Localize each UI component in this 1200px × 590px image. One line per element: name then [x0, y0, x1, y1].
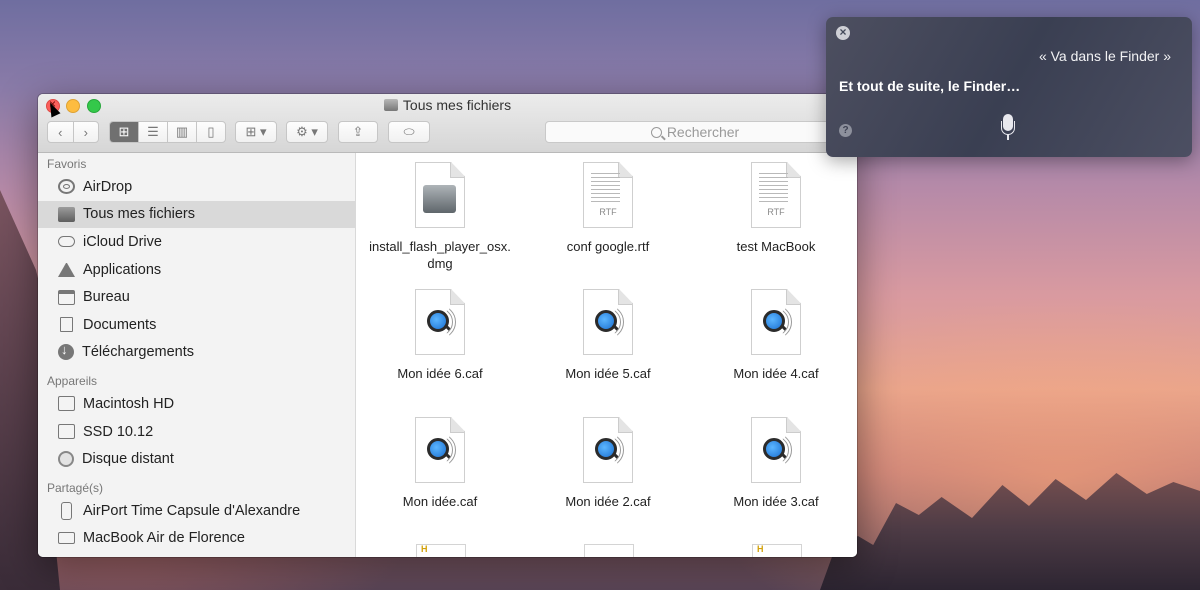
sidebar-item-ssd[interactable]: SSD 10.12	[38, 418, 355, 446]
html-file-icon[interactable]	[752, 544, 802, 557]
sidebar-item-macbook-air[interactable]: MacBook Air de Florence	[38, 525, 355, 553]
file-item[interactable]: Mon idée 3.caf	[692, 417, 857, 510]
sidebar-item-macintosh-hd[interactable]: Macintosh HD	[38, 390, 355, 418]
cover-flow-button[interactable]: ▯	[197, 122, 225, 142]
siri-response-text: Et tout de suite, le Finder…	[839, 78, 1021, 94]
cloud-icon	[58, 236, 75, 248]
icon-view-button[interactable]: ⊞	[110, 122, 139, 142]
sidebar-item-desktop[interactable]: Bureau	[38, 283, 355, 311]
sidebar-section-shared: Partagé(s)	[47, 480, 104, 495]
disk-image-icon	[415, 162, 465, 228]
sidebar: Favoris AirDrop Tous mes fichiers iCloud…	[38, 153, 356, 557]
wallpaper-mountain	[820, 473, 1200, 590]
remote-disc-icon	[58, 451, 74, 468]
sidebar-item-applications[interactable]: Applications	[38, 256, 355, 284]
column-view-button[interactable]: ▥	[168, 122, 197, 142]
sidebar-item-icloud-drive[interactable]: iCloud Drive	[38, 228, 355, 256]
document-icon[interactable]	[584, 544, 634, 557]
file-item[interactable]: install_flash_player_osx.dmg	[356, 162, 524, 272]
drive-icon	[58, 424, 75, 440]
finder-window: Tous mes fichiers ‹ › ⊞ ☰ ▥ ▯ ⊞ ▾ ⚙ ▾ ⇪ …	[38, 94, 857, 557]
microphone-icon[interactable]	[1001, 114, 1015, 142]
arrange-button[interactable]: ⊞ ▾	[235, 121, 277, 143]
audio-file-icon	[583, 417, 633, 483]
file-item[interactable]: Mon idée 5.caf	[524, 289, 692, 382]
file-item[interactable]: Mon idée.caf	[356, 417, 524, 510]
sidebar-item-all-files[interactable]: Tous mes fichiers	[38, 200, 355, 229]
file-item[interactable]: Mon idée 2.caf	[524, 417, 692, 510]
action-gear-button[interactable]: ⚙ ▾	[286, 121, 328, 143]
laptop-icon	[58, 532, 75, 545]
all-files-icon	[58, 206, 75, 222]
applications-icon	[58, 262, 75, 277]
back-button[interactable]: ‹	[48, 122, 74, 142]
file-item[interactable]: Mon idée 6.caf	[356, 289, 524, 382]
rtf-document-icon: RTF	[751, 162, 801, 228]
audio-file-icon	[751, 289, 801, 355]
search-icon	[650, 126, 662, 138]
search-field[interactable]: Rechercher	[545, 121, 845, 143]
sidebar-item-time-capsule[interactable]: AirPort Time Capsule d'Alexandre	[38, 497, 355, 525]
desktop-icon	[58, 289, 75, 305]
close-icon[interactable]: ×	[836, 26, 850, 40]
sidebar-section-devices: Appareils	[47, 374, 98, 389]
toolbar: Tous mes fichiers ‹ › ⊞ ☰ ▥ ▯ ⊞ ▾ ⚙ ▾ ⇪ …	[38, 94, 857, 153]
download-icon	[58, 342, 74, 361]
html-file-icon[interactable]	[416, 544, 466, 557]
file-item[interactable]: RTF conf google.rtf	[524, 162, 692, 255]
sidebar-section-favorites: Favoris	[47, 157, 87, 171]
airdrop-icon	[58, 179, 75, 195]
time-capsule-icon	[61, 501, 72, 520]
rtf-document-icon: RTF	[583, 162, 633, 228]
audio-file-icon	[751, 417, 801, 483]
audio-file-icon	[583, 289, 633, 355]
file-item[interactable]: Mon idée 4.caf	[692, 289, 857, 382]
hard-drive-icon	[383, 99, 398, 111]
forward-button[interactable]: ›	[74, 122, 99, 142]
view-mode-group: ⊞ ☰ ▥ ▯	[109, 121, 226, 143]
file-item[interactable]: RTF test MacBook	[692, 162, 857, 255]
help-icon[interactable]: ?	[839, 124, 852, 137]
hard-drive-icon	[58, 396, 75, 412]
sidebar-item-remote-disc[interactable]: Disque distant	[38, 445, 355, 473]
documents-icon	[60, 317, 73, 333]
siri-panel: × « Va dans le Finder » Et tout de suite…	[826, 17, 1192, 157]
window-title: Tous mes fichiers	[38, 97, 857, 113]
list-view-button[interactable]: ☰	[139, 122, 168, 142]
sidebar-item-airdrop[interactable]: AirDrop	[38, 173, 355, 201]
audio-file-icon	[415, 289, 465, 355]
audio-file-icon	[415, 417, 465, 483]
file-grid: install_flash_player_osx.dmg RTF conf go…	[356, 153, 857, 557]
navigation-group: ‹ ›	[47, 121, 99, 143]
siri-query-text: « Va dans le Finder »	[1038, 48, 1171, 64]
tags-button[interactable]: ⬭	[388, 121, 430, 143]
sidebar-item-downloads[interactable]: Téléchargements	[38, 339, 355, 367]
share-button[interactable]: ⇪	[338, 121, 378, 143]
sidebar-item-documents[interactable]: Documents	[38, 311, 355, 339]
